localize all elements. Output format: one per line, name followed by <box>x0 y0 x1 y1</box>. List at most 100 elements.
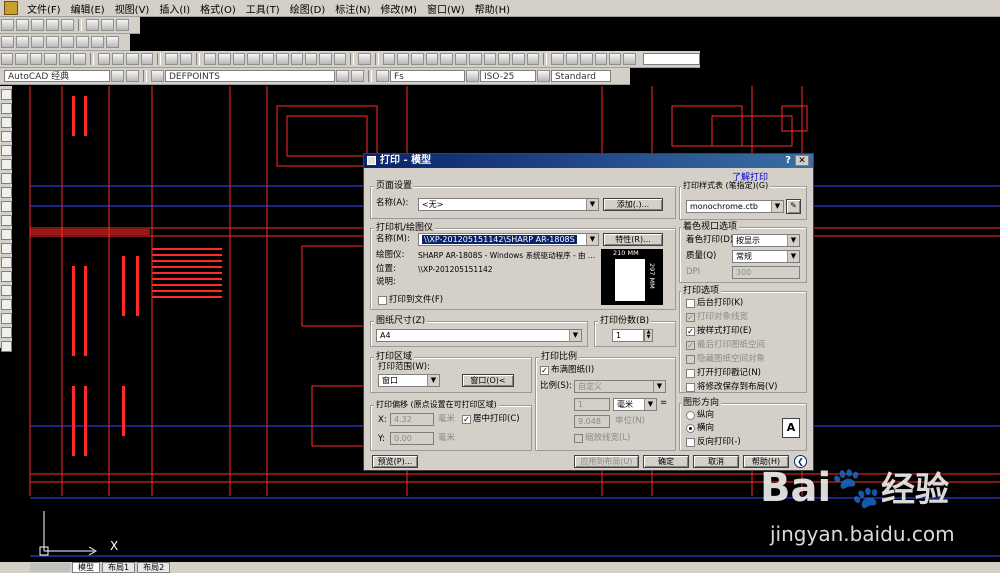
portrait-radio[interactable] <box>686 411 695 420</box>
tab-layout1[interactable]: 布局1 <box>102 562 136 573</box>
workspace-select[interactable]: AutoCAD 经典 <box>4 70 110 82</box>
match-properties-icon[interactable] <box>140 53 154 65</box>
match-icon[interactable] <box>116 19 129 31</box>
spell-check-icon[interactable] <box>46 19 59 31</box>
ellipse-arc-icon[interactable] <box>1 229 12 240</box>
plot-icon[interactable] <box>44 53 57 65</box>
scale-unit-select[interactable]: 毫米 ▼ <box>613 398 657 411</box>
gradient-icon[interactable] <box>1 299 12 310</box>
plot-window-button[interactable]: 窗口(O)< <box>462 374 514 387</box>
menu-edit[interactable]: 编辑(E) <box>66 1 110 16</box>
menu-help[interactable]: 帮助(H) <box>470 1 515 16</box>
paper-size-select[interactable]: A4 ▼ <box>376 329 582 342</box>
quality-select[interactable]: 常规 ▼ <box>732 250 800 263</box>
circle-icon[interactable] <box>1 173 12 184</box>
dim-radius-icon[interactable] <box>440 53 453 65</box>
window-icon-2[interactable] <box>565 53 579 65</box>
scale-icon[interactable] <box>91 36 104 48</box>
hide-paperspace-objects-checkbox[interactable] <box>686 355 695 364</box>
region-icon[interactable] <box>1 313 12 324</box>
revision-cloud-icon[interactable] <box>1 187 12 198</box>
dim-aligned-icon[interactable] <box>396 53 410 65</box>
help-question-icon[interactable]: ? <box>785 154 791 168</box>
workspace-save-icon[interactable] <box>126 70 139 82</box>
copies-input[interactable]: 1 <box>612 329 644 342</box>
background-plot-checkbox[interactable] <box>686 299 695 308</box>
quickcalc-icon[interactable] <box>333 53 347 65</box>
cut-icon[interactable] <box>97 53 110 65</box>
autocad-app-icon[interactable] <box>4 1 18 15</box>
undo-icon[interactable] <box>165 53 178 65</box>
pan-icon[interactable] <box>203 53 217 65</box>
menu-format[interactable]: 格式(O) <box>195 1 241 16</box>
plot-lineweights-checkbox[interactable]: ✓ <box>686 313 695 322</box>
close-icon[interactable]: ✕ <box>795 155 809 166</box>
text-style-select[interactable]: Fs <box>390 70 465 82</box>
open-icon[interactable] <box>15 53 28 65</box>
apply-to-layout-button[interactable]: 应用到布局(U) <box>574 455 639 468</box>
arc-icon[interactable] <box>1 159 12 170</box>
add-page-setup-button[interactable]: 添加(.)... <box>603 198 663 211</box>
properties-icon[interactable] <box>261 53 275 65</box>
dim-continue-icon[interactable] <box>526 53 540 65</box>
spline-icon[interactable] <box>1 201 12 212</box>
find-replace-icon[interactable] <box>46 36 59 48</box>
menu-insert[interactable]: 插入(I) <box>154 1 195 16</box>
layer-select[interactable]: DEFPOINTS <box>165 70 335 82</box>
sheet-set-icon[interactable] <box>304 53 318 65</box>
scale-lineweights-checkbox[interactable] <box>574 434 583 443</box>
menu-tools[interactable]: 工具(T) <box>241 1 285 16</box>
dim-style-manager-icon[interactable] <box>466 70 479 82</box>
menu-draw[interactable]: 绘图(D) <box>285 1 331 16</box>
dim-arc-icon[interactable] <box>411 53 424 65</box>
text-align-icon[interactable] <box>101 19 114 31</box>
plot-preview-icon[interactable] <box>58 53 72 65</box>
tab-model[interactable]: 模型 <box>72 562 100 573</box>
toggle-icon[interactable] <box>86 19 99 31</box>
new-icon[interactable] <box>1 53 14 65</box>
make-block-icon[interactable] <box>1 257 12 268</box>
offset-y-input[interactable]: 0.00 <box>390 432 434 445</box>
help-icon[interactable] <box>358 53 371 65</box>
fit-to-paper-checkbox[interactable]: ✓ <box>540 366 549 375</box>
edit-plot-style-button[interactable]: ✎ <box>786 199 801 214</box>
cancel-button[interactable]: 取消 <box>693 455 739 468</box>
line-icon[interactable] <box>1 89 12 100</box>
make-layer-current-icon[interactable] <box>336 70 349 82</box>
dim-jogged-icon[interactable] <box>454 53 468 65</box>
construction-line-icon[interactable] <box>1 103 12 114</box>
save-icon[interactable] <box>29 53 43 65</box>
tool-palettes-icon[interactable] <box>290 53 303 65</box>
zoom-window-icon[interactable] <box>232 53 246 65</box>
dim-diameter-icon[interactable] <box>469 53 482 65</box>
text-style-manager-icon[interactable] <box>376 70 389 82</box>
edit-text-icon[interactable] <box>16 19 29 31</box>
paste-icon[interactable] <box>126 53 139 65</box>
workspace-settings-icon[interactable] <box>111 70 124 82</box>
hatch-icon[interactable] <box>1 285 12 296</box>
preview-button[interactable]: 预览(P)... <box>372 455 418 468</box>
window-icon-6[interactable] <box>623 53 636 65</box>
print-to-file-checkbox[interactable] <box>378 296 387 305</box>
copies-spinner[interactable]: ▲ ▼ <box>644 329 653 342</box>
copy-icon[interactable] <box>111 53 125 65</box>
markup-icon[interactable] <box>319 53 332 65</box>
page-setup-name-select[interactable]: <无> ▼ <box>418 198 599 211</box>
dim-linear-icon[interactable] <box>382 53 395 65</box>
window-icon-4[interactable] <box>594 53 607 65</box>
quick-dim-icon[interactable] <box>498 53 511 65</box>
menu-file[interactable]: 文件(F) <box>22 1 66 16</box>
dialog-titlebar[interactable]: 打印 - 模型 ? ✕ <box>364 154 813 168</box>
window-icon-1[interactable] <box>551 53 564 65</box>
redo-icon[interactable] <box>179 53 193 65</box>
save-to-layout-checkbox[interactable] <box>686 383 695 392</box>
plot-stamp-checkbox[interactable] <box>686 369 695 378</box>
text-tool-icon[interactable] <box>1 19 14 31</box>
insert-block-icon[interactable] <box>1 243 12 254</box>
design-center-icon[interactable] <box>276 53 289 65</box>
menu-modify[interactable]: 修改(M) <box>376 1 422 16</box>
multiline-text-icon[interactable] <box>16 36 29 48</box>
plot-paperspace-last-checkbox[interactable]: ✓ <box>686 341 695 350</box>
ellipse-icon[interactable] <box>1 215 12 226</box>
dpi-input[interactable]: 300 <box>732 266 800 279</box>
